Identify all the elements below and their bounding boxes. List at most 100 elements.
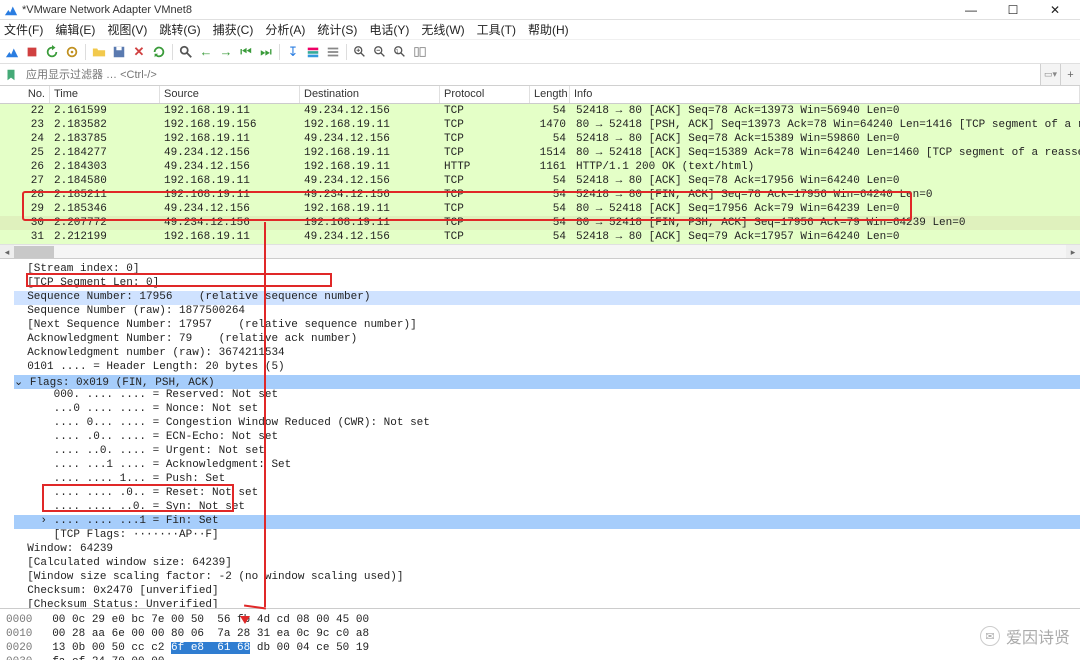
menu-item[interactable]: 电话(Y) <box>369 21 409 38</box>
open-file-icon[interactable] <box>90 43 108 61</box>
col-info[interactable]: Info <box>570 86 1080 103</box>
detail-line[interactable]: [Window size scaling factor: -2 (no wind… <box>14 571 1080 585</box>
detail-line[interactable]: Acknowledgment Number: 79 (relative ack … <box>14 333 1080 347</box>
hex-line[interactable]: 0020 13 0b 00 50 cc c2 6f e8 61 68 db 00… <box>6 641 1074 655</box>
scroll-right-icon[interactable]: ▸ <box>1066 245 1080 259</box>
col-no[interactable]: No. <box>0 86 50 103</box>
table-row[interactable]: 312.212199192.168.19.1149.234.12.156TCP5… <box>0 230 1080 244</box>
detail-line[interactable]: [Stream index: 0] <box>14 263 1080 277</box>
svg-text:1: 1 <box>396 48 399 54</box>
detail-line[interactable]: › .... .... ...1 = Fin: Set <box>14 515 1080 529</box>
menu-item[interactable]: 捕获(C) <box>213 21 254 38</box>
find-packet-icon[interactable] <box>177 43 195 61</box>
scroll-thumb[interactable] <box>14 246 54 258</box>
detail-line[interactable]: Window: 64239 <box>14 543 1080 557</box>
table-row[interactable]: 292.18534649.234.12.156192.168.19.11TCP5… <box>0 202 1080 216</box>
detail-line[interactable]: .... ..0. .... = Urgent: Not set <box>14 445 1080 459</box>
menu-item[interactable]: 分析(A) <box>265 21 305 38</box>
menu-item[interactable]: 帮助(H) <box>528 21 569 38</box>
detail-line[interactable]: [TCP Flags: ·······AP··F] <box>14 529 1080 543</box>
filter-add-button[interactable]: + <box>1060 64 1080 85</box>
menu-item[interactable]: 文件(F) <box>4 21 43 38</box>
window-title: *VMware Network Adapter VMnet8 <box>22 4 950 16</box>
minimize-button[interactable]: — <box>950 0 992 20</box>
reload-icon[interactable] <box>150 43 168 61</box>
bookmark-filter-icon[interactable] <box>2 66 20 84</box>
display-filter-input[interactable] <box>22 66 1040 84</box>
go-to-last-icon[interactable]: ⏭ <box>257 43 275 61</box>
packet-rows[interactable]: 222.161599192.168.19.1149.234.12.156TCP5… <box>0 104 1080 244</box>
table-row[interactable]: 232.183582192.168.19.156192.168.19.11TCP… <box>0 118 1080 132</box>
menu-bar[interactable]: 文件(F) 编辑(E) 视图(V) 跳转(G) 捕获(C) 分析(A) 统计(S) 电话(Y)… <box>0 20 1080 40</box>
menu-item[interactable]: 无线(W) <box>421 21 464 38</box>
detail-line[interactable]: Checksum: 0x2470 [unverified] <box>14 585 1080 599</box>
table-row[interactable]: 252.18427749.234.12.156192.168.19.11TCP1… <box>0 146 1080 160</box>
hex-line[interactable]: 0010 00 28 aa 6e 00 00 80 06 7a 28 31 ea… <box>6 627 1074 641</box>
table-row[interactable]: 222.161599192.168.19.1149.234.12.156TCP5… <box>0 104 1080 118</box>
detail-line[interactable]: ⌄ Flags: 0x019 (FIN, PSH, ACK) <box>14 375 1080 389</box>
menu-item[interactable]: 统计(S) <box>317 21 357 38</box>
detail-line[interactable]: [Next Sequence Number: 17957 (relative s… <box>14 319 1080 333</box>
menu-item[interactable]: 跳转(G) <box>159 21 200 38</box>
col-destination[interactable]: Destination <box>300 86 440 103</box>
capture-options-icon[interactable] <box>63 43 81 61</box>
detail-line[interactable]: 000. .... .... = Reserved: Not set <box>14 389 1080 403</box>
column-headers[interactable]: No. Time Source Destination Protocol Len… <box>0 86 1080 104</box>
save-file-icon[interactable] <box>110 43 128 61</box>
filter-expression-button[interactable]: ▭▾ <box>1040 64 1060 85</box>
detail-line[interactable]: .... .0.. .... = ECN-Echo: Not set <box>14 431 1080 445</box>
detail-line[interactable]: Sequence Number: 17956 (relative sequenc… <box>14 291 1080 305</box>
start-capture-icon[interactable] <box>3 43 21 61</box>
detail-line[interactable]: [TCP Segment Len: 0] <box>14 277 1080 291</box>
zoom-reset-icon[interactable]: 1 <box>391 43 409 61</box>
go-forward-icon[interactable]: → <box>217 43 235 61</box>
detail-line[interactable]: Sequence Number (raw): 1877500264 <box>14 305 1080 319</box>
display-filter-bar: ▭▾ + <box>0 64 1080 86</box>
maximize-button[interactable]: ☐ <box>992 0 1034 20</box>
close-button[interactable]: ✕ <box>1034 0 1076 20</box>
detail-line[interactable]: .... .... 1... = Push: Set <box>14 473 1080 487</box>
packet-list-hscrollbar[interactable]: ◂ ▸ <box>0 244 1080 258</box>
col-length[interactable]: Length <box>530 86 570 103</box>
col-source[interactable]: Source <box>160 86 300 103</box>
packet-bytes-pane[interactable]: 0000 00 0c 29 e0 bc 7e 00 50 56 fb 4d cd… <box>0 608 1080 660</box>
detail-line[interactable]: .... 0... .... = Congestion Window Reduc… <box>14 417 1080 431</box>
detail-line[interactable]: .... .... .0.. = Reset: Not set <box>14 487 1080 501</box>
detail-line[interactable]: .... .... ..0. = Syn: Not set <box>14 501 1080 515</box>
scroll-left-icon[interactable]: ◂ <box>0 245 14 259</box>
title-bar: *VMware Network Adapter VMnet8 — ☐ ✕ <box>0 0 1080 20</box>
colorize-icon[interactable] <box>304 43 322 61</box>
table-row[interactable]: 272.184580192.168.19.1149.234.12.156TCP5… <box>0 174 1080 188</box>
zoom-in-icon[interactable] <box>351 43 369 61</box>
close-file-icon[interactable]: ✕ <box>130 43 148 61</box>
detail-line[interactable]: Acknowledgment number (raw): 3674211534 <box>14 347 1080 361</box>
hex-line[interactable]: 0030 fa ef 24 70 00 00 <box>6 655 1074 660</box>
menu-item[interactable]: 编辑(E) <box>55 21 95 38</box>
detail-line[interactable]: .... ...1 .... = Acknowledgment: Set <box>14 459 1080 473</box>
table-row[interactable]: 302.20777249.234.12.156192.168.19.11TCP5… <box>0 216 1080 230</box>
detail-line[interactable]: 0101 .... = Header Length: 20 bytes (5) <box>14 361 1080 375</box>
table-row[interactable]: 282.185211192.168.19.1149.234.12.156TCP5… <box>0 188 1080 202</box>
app-icon <box>4 3 18 17</box>
detail-line[interactable]: [Calculated window size: 64239] <box>14 557 1080 571</box>
col-time[interactable]: Time <box>50 86 160 103</box>
table-row[interactable]: 242.183785192.168.19.1149.234.12.156TCP5… <box>0 132 1080 146</box>
zoom-out-icon[interactable] <box>371 43 389 61</box>
go-to-packet-icon[interactable]: ⏮ <box>237 43 255 61</box>
hex-line[interactable]: 0000 00 0c 29 e0 bc 7e 00 50 56 fb 4d cd… <box>6 613 1074 627</box>
autoscroll-icon[interactable]: ↧ <box>284 43 302 61</box>
menu-item[interactable]: 视图(V) <box>107 21 147 38</box>
col-protocol[interactable]: Protocol <box>440 86 530 103</box>
table-row[interactable]: 262.18430349.234.12.156192.168.19.11HTTP… <box>0 160 1080 174</box>
detail-line[interactable]: [Checksum Status: Unverified] <box>14 599 1080 608</box>
detail-line[interactable]: ...0 .... .... = Nonce: Not set <box>14 403 1080 417</box>
menu-item[interactable]: 工具(T) <box>477 21 516 38</box>
resize-columns-icon[interactable] <box>411 43 429 61</box>
stop-capture-icon[interactable] <box>23 43 41 61</box>
packet-list-pane: No. Time Source Destination Protocol Len… <box>0 86 1080 258</box>
restart-capture-icon[interactable] <box>43 43 61 61</box>
main-toolbar: ✕ ← → ⏮ ⏭ ↧ 1 <box>0 40 1080 64</box>
packet-details-pane[interactable]: [Stream index: 0] [TCP Segment Len: 0] S… <box>0 258 1080 608</box>
expand-all-icon[interactable] <box>324 43 342 61</box>
go-back-icon[interactable]: ← <box>197 43 215 61</box>
